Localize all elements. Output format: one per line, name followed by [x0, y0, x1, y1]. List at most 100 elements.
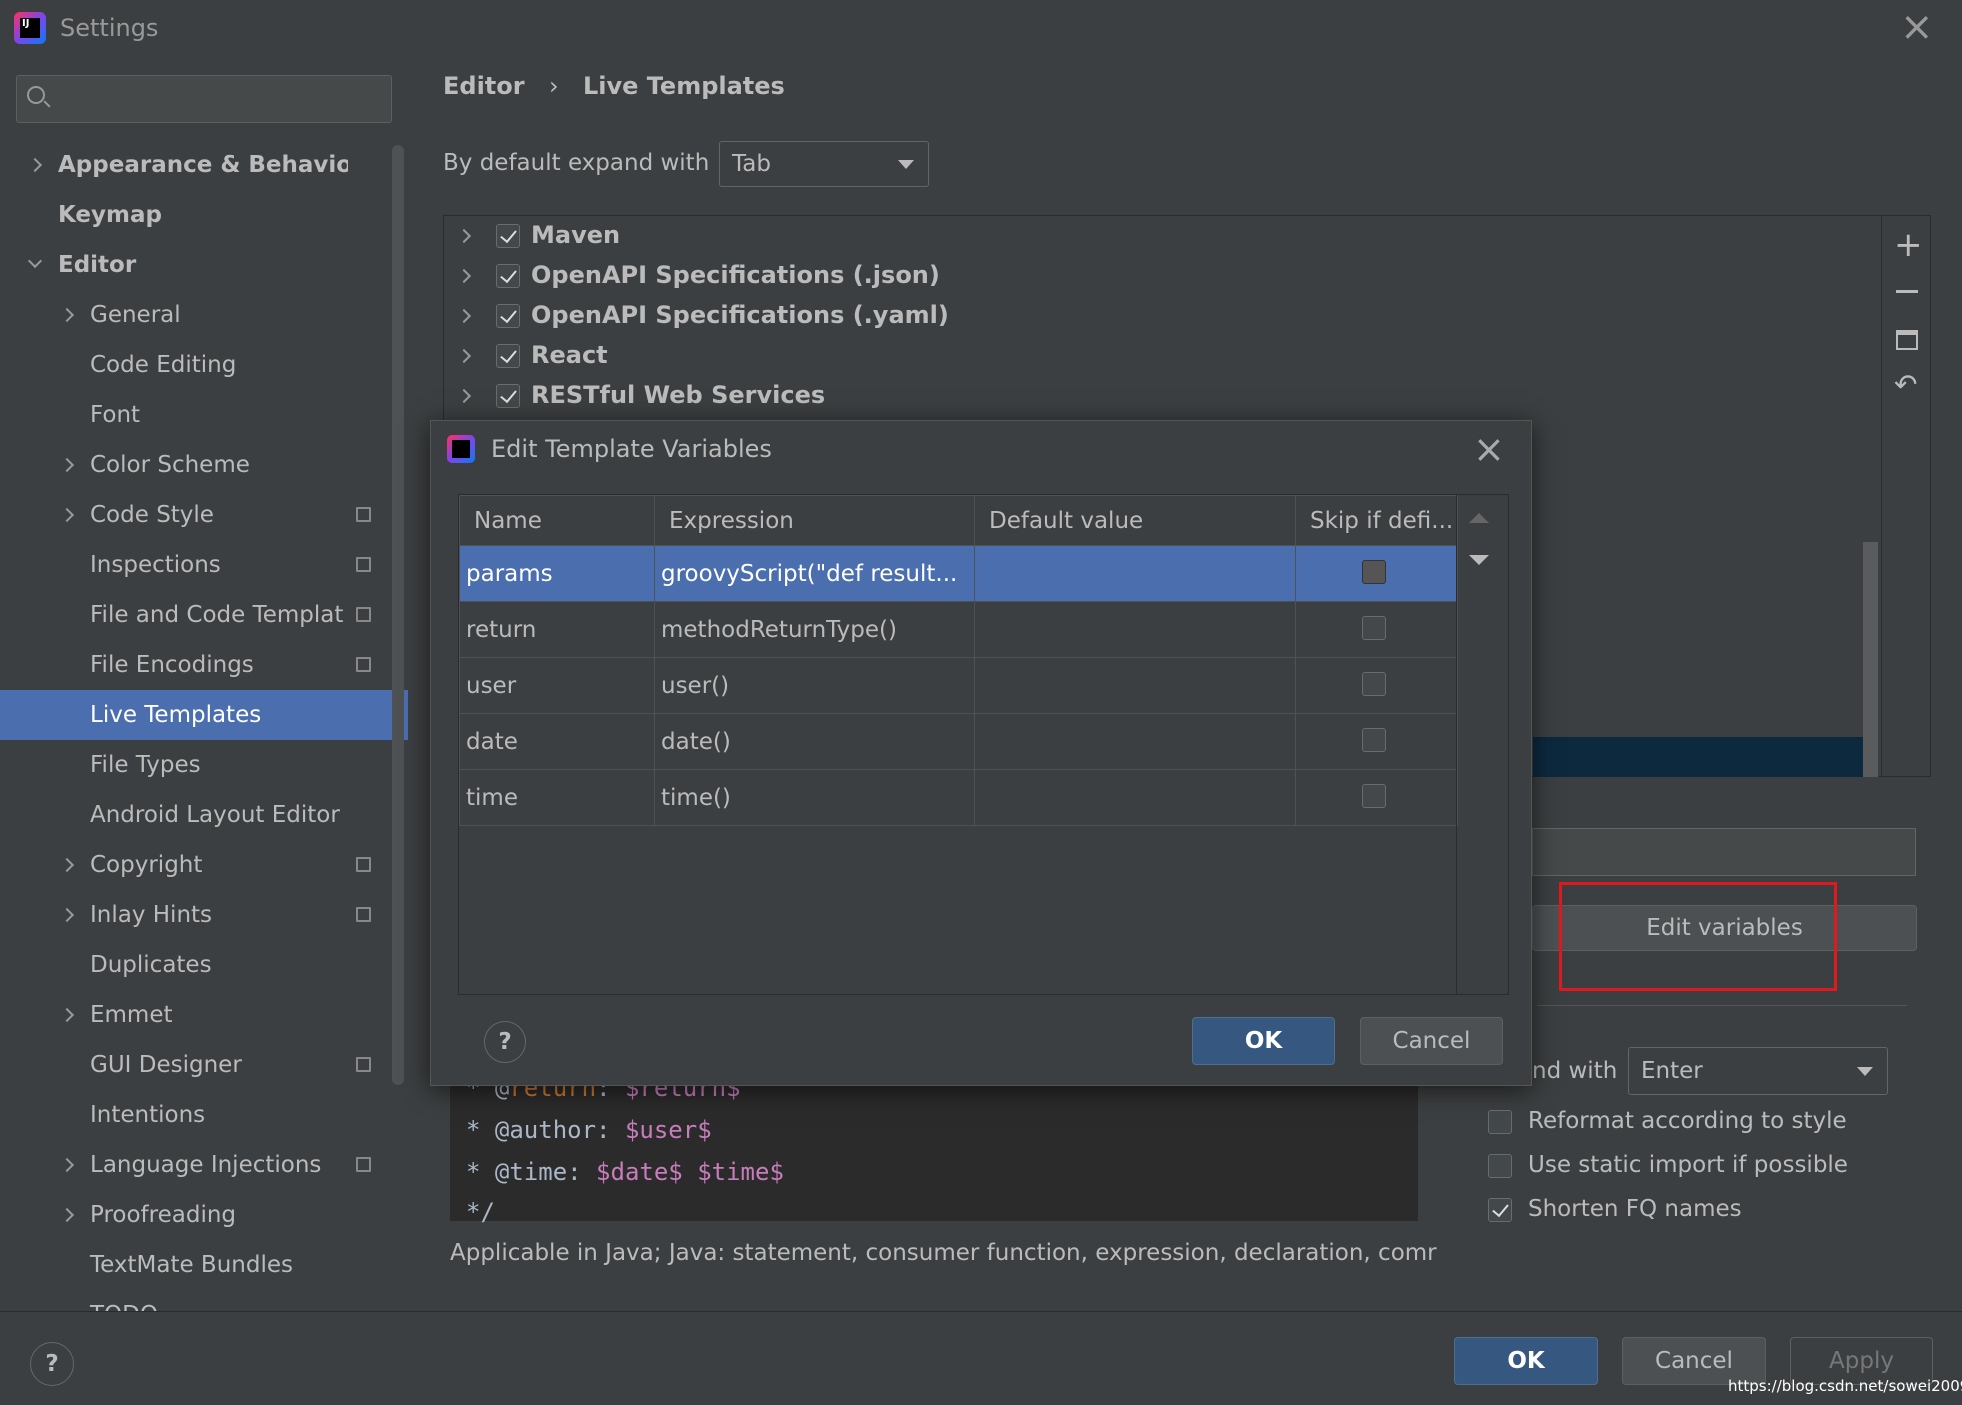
sidebar-item-appearance-behavior[interactable]: Appearance & Behavior — [0, 140, 408, 190]
chevron-right-icon[interactable] — [59, 507, 75, 523]
dialog-cancel-button[interactable]: Cancel — [1360, 1017, 1503, 1065]
sidebar-item-general[interactable]: General — [0, 290, 408, 340]
table-row[interactable]: user user() — [459, 657, 1458, 714]
chevron-down-icon[interactable] — [27, 253, 43, 269]
variable-default[interactable] — [974, 657, 1296, 714]
sidebar-item-android-layout-editor[interactable]: Android Layout Editor — [0, 790, 408, 840]
skip-checkbox[interactable] — [1362, 728, 1386, 752]
chevron-right-icon[interactable] — [59, 307, 75, 323]
sidebar-item-textmate-bundles[interactable]: TextMate Bundles — [0, 1240, 408, 1290]
skip-if-defined[interactable] — [1295, 769, 1458, 826]
option-checkbox[interactable]: Use static import if possible — [1488, 1152, 1908, 1182]
skip-checkbox[interactable] — [1362, 784, 1386, 808]
sidebar-item-file-and-code-templat[interactable]: File and Code Templat — [0, 590, 408, 640]
restore-icon[interactable]: ↶ — [1894, 368, 1917, 401]
chevron-right-icon[interactable] — [456, 268, 472, 284]
chevron-right-icon[interactable] — [59, 907, 75, 923]
skip-checkbox[interactable] — [1362, 616, 1386, 640]
skip-if-defined[interactable] — [1295, 657, 1458, 714]
sidebar-item-keymap[interactable]: Keymap — [0, 190, 408, 240]
copy-icon[interactable] — [1896, 330, 1918, 350]
group-checkbox[interactable] — [496, 264, 520, 288]
chevron-right-icon[interactable] — [59, 1157, 75, 1173]
chevron-right-icon[interactable] — [59, 1207, 75, 1223]
help-button[interactable]: ? — [30, 1342, 74, 1386]
sidebar-item-color-scheme[interactable]: Color Scheme — [0, 440, 408, 490]
dialog-close-button[interactable]: × — [1473, 421, 1505, 477]
variable-name[interactable]: params — [459, 545, 655, 602]
sidebar-item-intentions[interactable]: Intentions — [0, 1090, 408, 1140]
applicable-contexts[interactable]: Applicable in Java; Java: statement, con… — [450, 1240, 1437, 1266]
chevron-right-icon[interactable] — [456, 388, 472, 404]
sidebar-item-gui-designer[interactable]: GUI Designer — [0, 1040, 408, 1090]
table-row[interactable]: time time() — [459, 769, 1458, 826]
ok-button[interactable]: OK — [1454, 1337, 1598, 1385]
table-row[interactable]: date date() — [459, 713, 1458, 770]
skip-if-defined[interactable] — [1295, 713, 1458, 770]
sidebar-item-copyright[interactable]: Copyright — [0, 840, 408, 890]
sidebar-item-inlay-hints[interactable]: Inlay Hints — [0, 890, 408, 940]
group-checkbox[interactable] — [496, 344, 520, 368]
window-close-button[interactable]: × — [1900, 4, 1934, 50]
template-group[interactable]: Maven — [444, 216, 1874, 256]
chevron-right-icon[interactable] — [59, 1007, 75, 1023]
group-checkbox[interactable] — [496, 384, 520, 408]
sidebar-item-file-types[interactable]: File Types — [0, 740, 408, 790]
remove-icon[interactable] — [1896, 290, 1918, 293]
sidebar-item-editor[interactable]: Editor — [0, 240, 408, 290]
move-up-icon[interactable] — [1469, 513, 1489, 523]
sidebar-item-emmet[interactable]: Emmet — [0, 990, 408, 1040]
sidebar-scrollbar[interactable] — [392, 145, 404, 1085]
skip-if-defined[interactable] — [1295, 545, 1458, 602]
sidebar-item-code-style[interactable]: Code Style — [0, 490, 408, 540]
template-group[interactable]: OpenAPI Specifications (.json) — [444, 256, 1874, 296]
variable-name[interactable]: time — [459, 769, 655, 826]
column-header[interactable]: Expression — [654, 495, 975, 546]
variable-default[interactable] — [974, 769, 1296, 826]
sidebar-item-file-encodings[interactable]: File Encodings — [0, 640, 408, 690]
template-text-editor[interactable]: * @return: $return$ * @author: $user$ * … — [450, 1074, 1418, 1226]
variable-default[interactable] — [974, 545, 1296, 602]
group-checkbox[interactable] — [496, 224, 520, 248]
variable-name[interactable]: user — [459, 657, 655, 714]
option-checkbox[interactable]: Reformat according to style — [1488, 1108, 1908, 1138]
chevron-right-icon[interactable] — [59, 857, 75, 873]
column-header[interactable]: Skip if defi... — [1295, 495, 1458, 546]
table-row[interactable]: return methodReturnType() — [459, 601, 1458, 658]
variable-expression[interactable]: date() — [654, 713, 975, 770]
checkbox[interactable] — [1488, 1110, 1512, 1134]
skip-checkbox[interactable] — [1362, 560, 1386, 584]
chevron-right-icon[interactable] — [456, 348, 472, 364]
variable-default[interactable] — [974, 601, 1296, 658]
chevron-right-icon[interactable] — [456, 228, 472, 244]
variable-expression[interactable]: user() — [654, 657, 975, 714]
column-header[interactable]: Default value — [974, 495, 1296, 546]
sidebar-item-font[interactable]: Font — [0, 390, 408, 440]
template-group[interactable]: RESTful Web Services — [444, 376, 1874, 416]
variable-default[interactable] — [974, 713, 1296, 770]
chevron-right-icon[interactable] — [59, 457, 75, 473]
search-input[interactable] — [16, 75, 392, 123]
move-down-icon[interactable] — [1469, 555, 1489, 565]
breadcrumb-editor[interactable]: Editor — [443, 72, 525, 100]
selected-template-row[interactable] — [1533, 737, 1878, 777]
variable-expression[interactable]: time() — [654, 769, 975, 826]
skip-if-defined[interactable] — [1295, 601, 1458, 658]
sidebar-item-live-templates[interactable]: Live Templates — [0, 690, 408, 740]
variable-expression[interactable]: methodReturnType() — [654, 601, 975, 658]
table-row[interactable]: params groovyScript("def result... — [459, 545, 1458, 602]
template-expand-dropdown[interactable]: Enter — [1628, 1047, 1888, 1095]
checkbox[interactable] — [1488, 1198, 1512, 1222]
template-list-scrollbar[interactable] — [1863, 542, 1878, 777]
sidebar-item-duplicates[interactable]: Duplicates — [0, 940, 408, 990]
variable-name[interactable]: return — [459, 601, 655, 658]
skip-checkbox[interactable] — [1362, 672, 1386, 696]
template-group[interactable]: OpenAPI Specifications (.yaml) — [444, 296, 1874, 336]
template-group[interactable]: React — [444, 336, 1874, 376]
option-checkbox[interactable]: Shorten FQ names — [1488, 1196, 1908, 1226]
sidebar-item-language-injections[interactable]: Language Injections — [0, 1140, 408, 1190]
group-checkbox[interactable] — [496, 304, 520, 328]
expand-with-dropdown[interactable]: Tab — [719, 141, 929, 187]
dialog-ok-button[interactable]: OK — [1192, 1017, 1335, 1065]
description-input[interactable] — [1532, 828, 1916, 876]
